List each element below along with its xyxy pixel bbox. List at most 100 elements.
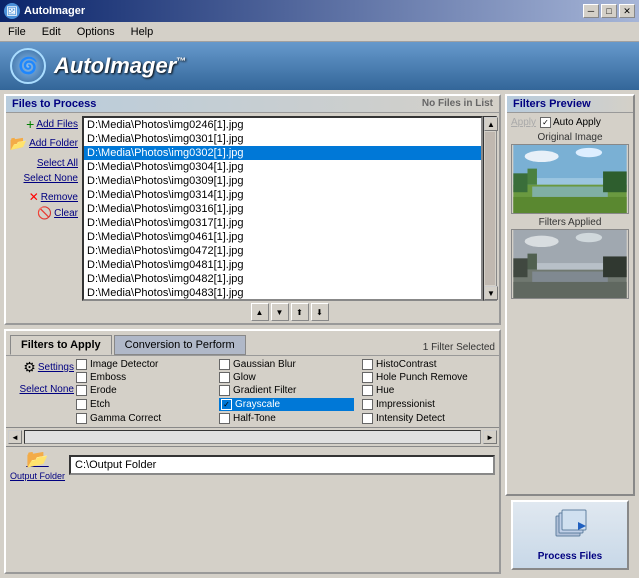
- menu-edit[interactable]: Edit: [38, 25, 65, 39]
- filter-checkbox[interactable]: [362, 359, 373, 370]
- filter-item[interactable]: Image Detector: [76, 359, 211, 370]
- filter-checkbox[interactable]: [362, 399, 373, 410]
- scroll-thumb[interactable]: [485, 132, 495, 285]
- filter-item[interactable]: HistoContrast: [362, 359, 497, 370]
- filter-label: Hue: [376, 385, 394, 396]
- auto-apply-checkbox[interactable]: ✓: [540, 117, 551, 128]
- filter-item[interactable]: Hole Punch Remove: [362, 372, 497, 383]
- filter-label: Gradient Filter: [233, 385, 296, 396]
- main-layout: Files to Process No Files in List + Add …: [0, 90, 639, 578]
- filter-checkbox[interactable]: [76, 385, 87, 396]
- add-folder-button[interactable]: Add Folder: [29, 137, 78, 150]
- hscroll-right-arrow[interactable]: ►: [483, 430, 497, 444]
- filter-checkbox[interactable]: [219, 385, 230, 396]
- process-btn-container: Process Files: [505, 500, 635, 574]
- minimize-button[interactable]: ─: [583, 4, 599, 18]
- file-list-item[interactable]: D:\Media\Photos\img0461[1].jpg: [84, 230, 481, 244]
- nav-up-button[interactable]: ▲: [251, 303, 269, 321]
- filter-checkbox[interactable]: [219, 359, 230, 370]
- file-list-item[interactable]: D:\Media\Photos\img0246[1].jpg: [84, 118, 481, 132]
- file-list-item[interactable]: D:\Media\Photos\img0481[1].jpg: [84, 258, 481, 272]
- title-bar-text: AutoImager: [24, 5, 85, 17]
- original-image-label: Original Image: [511, 132, 629, 143]
- filter-item[interactable]: Gradient Filter: [219, 385, 354, 396]
- select-all-button[interactable]: Select All: [37, 157, 78, 170]
- filter-item[interactable]: Glow: [219, 372, 354, 383]
- filter-checkbox[interactable]: [362, 413, 373, 424]
- add-files-button[interactable]: Add Files: [36, 118, 78, 131]
- filter-checkbox[interactable]: [362, 385, 373, 396]
- output-folder-label: Output Folder: [10, 471, 65, 481]
- select-none-filters-button[interactable]: Select None: [20, 383, 74, 396]
- file-list-item[interactable]: D:\Media\Photos\img0316[1].jpg: [84, 202, 481, 216]
- filter-checkbox[interactable]: [362, 372, 373, 383]
- filter-checkbox[interactable]: [76, 372, 87, 383]
- file-list-item[interactable]: D:\Media\Photos\img0302[1].jpg: [84, 146, 481, 160]
- remove-button[interactable]: Remove: [41, 191, 78, 204]
- file-list-item[interactable]: D:\Media\Photos\img0314[1].jpg: [84, 188, 481, 202]
- output-folder-button[interactable]: 📂 Output Folder: [10, 449, 65, 481]
- filters-grid: Image Detector Gaussian Blur HistoContrast…: [76, 359, 497, 424]
- process-files-icon: [550, 508, 590, 547]
- tab-filters-to-apply[interactable]: Filters to Apply: [10, 335, 112, 355]
- file-list-item[interactable]: D:\Media\Photos\img0317[1].jpg: [84, 216, 481, 230]
- filter-item[interactable]: Intensity Detect: [362, 413, 497, 424]
- file-list[interactable]: D:\Media\Photos\img0246[1].jpgD:\Media\P…: [82, 116, 483, 301]
- file-list-item[interactable]: D:\Media\Photos\img0482[1].jpg: [84, 272, 481, 286]
- filtered-image-svg: [512, 230, 628, 298]
- menu-options[interactable]: Options: [73, 25, 119, 39]
- clear-button[interactable]: Clear: [54, 207, 78, 220]
- menu-help[interactable]: Help: [127, 25, 158, 39]
- file-list-scrollbar[interactable]: ▲ ▼: [483, 116, 497, 301]
- filter-label: Hole Punch Remove: [376, 372, 468, 383]
- file-list-item[interactable]: D:\Media\Photos\img0301[1].jpg: [84, 132, 481, 146]
- file-list-item[interactable]: D:\Media\Photos\img0472[1].jpg: [84, 244, 481, 258]
- close-button[interactable]: ✕: [619, 4, 635, 18]
- filter-item[interactable]: Etch: [76, 398, 211, 411]
- menu-bar: File Edit Options Help: [0, 22, 639, 42]
- file-list-item[interactable]: D:\Media\Photos\img0309[1].jpg: [84, 174, 481, 188]
- hscroll-track[interactable]: [24, 430, 481, 444]
- filter-checkbox[interactable]: [219, 372, 230, 383]
- tab-conversion-to-perform[interactable]: Conversion to Perform: [114, 335, 246, 355]
- filter-item[interactable]: Grayscale: [219, 398, 354, 411]
- filter-item[interactable]: Gaussian Blur: [219, 359, 354, 370]
- filters-applied-label: Filters Applied: [511, 217, 629, 228]
- filter-checkbox[interactable]: [76, 413, 87, 424]
- hscroll-left-arrow[interactable]: ◄: [8, 430, 22, 444]
- filter-item[interactable]: Half-Tone: [219, 413, 354, 424]
- nav-bottom-button[interactable]: ⬇: [311, 303, 329, 321]
- scroll-up-arrow[interactable]: ▲: [484, 117, 498, 131]
- menu-file[interactable]: File: [4, 25, 30, 39]
- filter-checkbox[interactable]: [221, 399, 232, 410]
- file-list-item[interactable]: D:\Media\Photos\img0484[1].jpg: [84, 300, 481, 301]
- filter-checkbox[interactable]: [76, 359, 87, 370]
- select-none-top-button[interactable]: Select None: [24, 172, 78, 185]
- nav-top-button[interactable]: ⬆: [291, 303, 309, 321]
- filter-item[interactable]: Gamma Correct: [76, 413, 211, 424]
- file-nav: ▲ ▼ ⬆ ⬇: [82, 303, 497, 321]
- filter-item[interactable]: Erode: [76, 385, 211, 396]
- app-title: AutoImager™: [54, 53, 186, 79]
- apply-link[interactable]: Apply: [511, 117, 536, 128]
- file-actions: + Add Files 📂 Add Folder Select All Sele…: [8, 116, 78, 321]
- nav-down-button[interactable]: ▼: [271, 303, 289, 321]
- file-list-item[interactable]: D:\Media\Photos\img0483[1].jpg: [84, 286, 481, 300]
- filter-item[interactable]: Impressionist: [362, 398, 497, 411]
- title-bar: 🖼 AutoImager ─ □ ✕: [0, 0, 639, 22]
- filter-label: Intensity Detect: [376, 413, 445, 424]
- folder-icon: 📂: [26, 449, 48, 470]
- process-files-button[interactable]: Process Files: [511, 500, 629, 570]
- filter-checkbox[interactable]: [76, 399, 87, 410]
- filter-checkbox[interactable]: [219, 413, 230, 424]
- scroll-down-arrow[interactable]: ▼: [484, 286, 498, 300]
- file-list-item[interactable]: D:\Media\Photos\img0304[1].jpg: [84, 160, 481, 174]
- maximize-button[interactable]: □: [601, 4, 617, 18]
- settings-button[interactable]: Settings: [38, 361, 74, 374]
- filters-to-apply-panel: Filters to Apply Conversion to Perform 1…: [4, 329, 501, 574]
- filter-label: Image Detector: [90, 359, 158, 370]
- filter-item[interactable]: Emboss: [76, 372, 211, 383]
- filter-item[interactable]: Hue: [362, 385, 497, 396]
- process-files-label: Process Files: [538, 551, 602, 562]
- filter-selected-count: 1 Filter Selected: [423, 342, 495, 353]
